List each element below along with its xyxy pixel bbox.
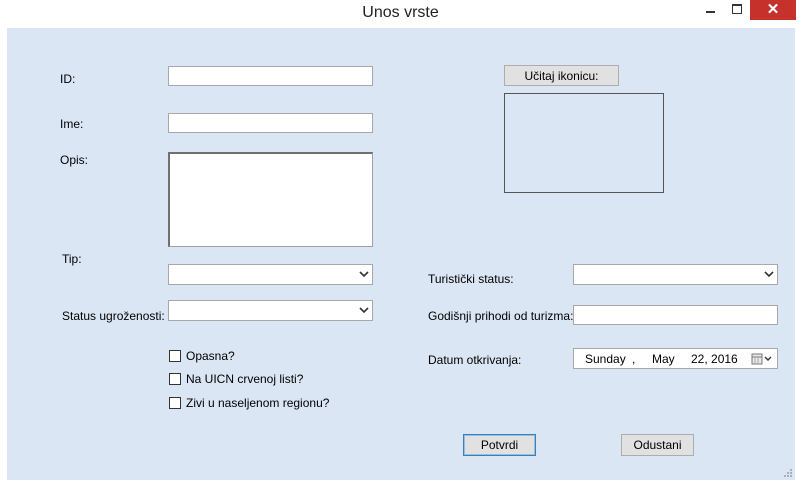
window-title: Unos vrste xyxy=(362,4,439,21)
opis-textarea[interactable] xyxy=(168,152,373,247)
turisticki-label: Turistički status: xyxy=(428,272,514,286)
opasna-label[interactable]: Opasna? xyxy=(186,349,235,363)
id-label: ID: xyxy=(60,72,76,86)
zivi-label[interactable]: Zivi u naseljenom regionu? xyxy=(186,396,329,410)
opasna-checkbox[interactable] xyxy=(169,350,181,362)
datum-picker[interactable]: Sunday , May 22, 2016 xyxy=(573,348,778,369)
form-client-area: ID: Ime: Opis: Tip: Status ugroženosti: … xyxy=(7,28,795,480)
dropdown-arrow-icon xyxy=(359,307,369,314)
prihodi-input[interactable] xyxy=(573,305,778,325)
maximize-icon xyxy=(732,4,742,14)
status-label: Status ugroženosti: xyxy=(62,309,165,323)
prihodi-label: Godišnji prihodi od turizma: xyxy=(428,309,574,323)
calendar-icon[interactable] xyxy=(751,353,773,365)
date-weekday[interactable]: Sunday xyxy=(585,352,626,366)
zivi-checkbox[interactable] xyxy=(169,397,181,409)
ime-input[interactable] xyxy=(168,113,373,133)
tip-label: Tip: xyxy=(62,252,82,266)
status-combobox[interactable] xyxy=(168,300,373,321)
datum-label: Datum otkrivanja: xyxy=(428,353,522,367)
date-day-year[interactable]: 22, 2016 xyxy=(691,352,738,366)
dropdown-arrow-icon xyxy=(359,271,369,278)
date-separator: , xyxy=(632,352,636,366)
icon-picturebox xyxy=(504,93,664,193)
maximize-button[interactable] xyxy=(724,0,750,20)
minimize-button[interactable] xyxy=(698,0,724,20)
uicn-label[interactable]: Na UICN crvenoj listi? xyxy=(186,372,303,386)
date-month[interactable]: May xyxy=(652,352,675,366)
close-icon: ✕ xyxy=(766,1,780,18)
ucitaj-ikonicu-button[interactable]: Učitaj ikonicu: xyxy=(504,65,619,86)
tip-combobox[interactable] xyxy=(168,264,373,285)
title-bar: Unos vrste ✕ xyxy=(0,0,801,28)
potvrdi-button[interactable]: Potvrdi xyxy=(463,434,536,456)
ime-label: Ime: xyxy=(60,117,84,131)
close-button[interactable]: ✕ xyxy=(750,0,796,20)
dropdown-arrow-icon xyxy=(764,271,774,278)
odustani-button[interactable]: Odustani xyxy=(621,434,694,456)
turisticki-combobox[interactable] xyxy=(573,264,778,285)
uicn-checkbox[interactable] xyxy=(169,373,181,385)
resize-grip-icon[interactable] xyxy=(783,468,793,478)
window-bottom-border xyxy=(0,480,801,488)
minimize-icon xyxy=(706,11,715,13)
opis-label: Opis: xyxy=(60,153,89,167)
id-input[interactable] xyxy=(168,66,373,86)
